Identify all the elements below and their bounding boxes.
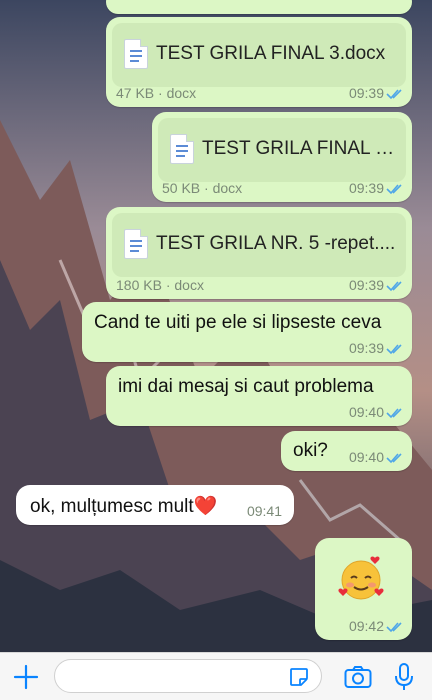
message-text: oki?: [293, 440, 328, 461]
file-size: 180 KB · docx: [116, 277, 204, 293]
smiling-face-with-hearts-icon: [338, 556, 384, 600]
message-input-bar: [0, 652, 432, 700]
incoming-message-bubble[interactable]: ok, mulțumesc mult❤️ 09:41: [16, 485, 294, 525]
microphone-icon[interactable]: [394, 662, 414, 692]
file-card[interactable]: TEST GRILA FINAL 3...: [158, 118, 406, 182]
message-bubble[interactable]: oki? 09:40: [281, 431, 412, 471]
message-input[interactable]: [54, 659, 322, 693]
file-name: TEST GRILA FINAL 3...: [202, 138, 396, 159]
document-icon: [124, 39, 148, 69]
file-card[interactable]: TEST GRILA NR. 5 -repet....: [112, 213, 406, 277]
file-message[interactable]: TEST GRILA FINAL 3... 50 KB · docx 09:39: [152, 112, 412, 202]
file-message[interactable]: TEST GRILA NR. 5 -repet.... 180 KB · doc…: [106, 207, 412, 299]
file-name: TEST GRILA FINAL 3.docx: [156, 43, 386, 64]
double-check-icon: [386, 184, 402, 195]
message-time: 09:42: [348, 618, 384, 634]
message-bubble-partial[interactable]: [106, 0, 412, 14]
file-size: 47 KB · docx: [116, 85, 197, 101]
message-time: 09:40: [348, 404, 384, 420]
message-bubble[interactable]: imi dai mesaj si caut problema 09:40: [106, 366, 412, 426]
sticker-icon[interactable]: [288, 666, 310, 688]
double-check-icon: [386, 408, 402, 419]
camera-icon[interactable]: [344, 665, 372, 689]
double-check-icon: [386, 89, 402, 100]
plus-icon[interactable]: [12, 663, 40, 691]
message-time: 09:39: [348, 85, 384, 101]
document-icon: [124, 229, 148, 259]
message-text: imi dai mesaj si caut problema: [118, 376, 374, 397]
file-name: TEST GRILA NR. 5 -repet....: [156, 233, 396, 254]
double-check-icon: [386, 453, 402, 464]
emoji-message[interactable]: 09:42: [315, 538, 412, 640]
file-message[interactable]: TEST GRILA FINAL 3.docx 47 KB · docx 09:…: [106, 17, 412, 107]
double-check-icon: [386, 281, 402, 292]
message-text: ok, mulțumesc mult❤️: [30, 496, 218, 517]
message-time: 09:40: [348, 449, 384, 465]
message-time: 09:39: [348, 340, 384, 356]
message-bubble[interactable]: Cand te uiti pe ele si lipseste ceva 09:…: [82, 302, 412, 362]
document-icon: [170, 134, 194, 164]
file-size: 50 KB · docx: [162, 180, 243, 196]
file-card[interactable]: TEST GRILA FINAL 3.docx: [112, 23, 406, 87]
message-text: Cand te uiti pe ele si lipseste ceva: [94, 312, 382, 333]
double-check-icon: [386, 344, 402, 355]
message-time: 09:39: [348, 180, 384, 196]
double-check-icon: [386, 622, 402, 633]
message-time: 09:41: [246, 503, 282, 519]
message-time: 09:39: [348, 277, 384, 293]
